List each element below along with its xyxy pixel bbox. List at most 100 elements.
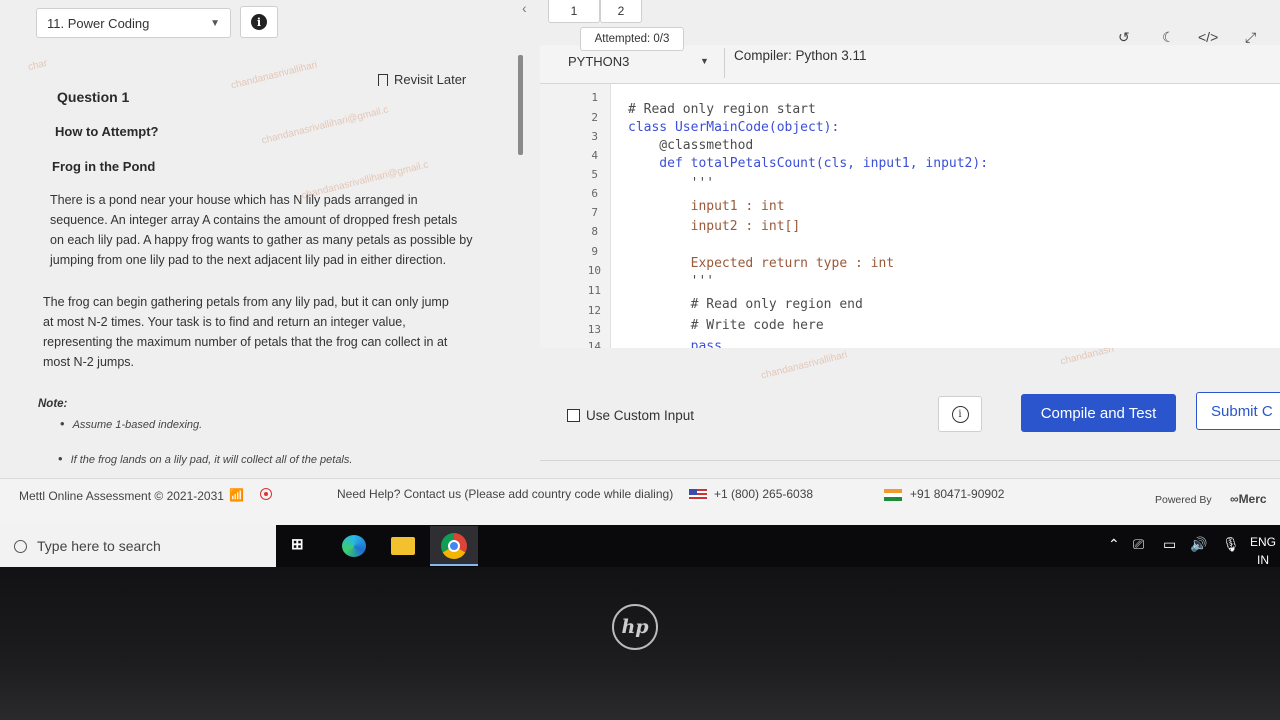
- paragraph-line: There is a pond near your house which ha…: [50, 193, 418, 207]
- volume-icon[interactable]: 🔊: [1190, 536, 1207, 553]
- note-label: Note:: [38, 398, 68, 410]
- paragraph-line: representing the maximum number of petal…: [43, 335, 448, 349]
- line-number: 8: [591, 225, 598, 238]
- network-icon[interactable]: ⎚: [1133, 536, 1144, 553]
- line-number: 12: [587, 304, 601, 317]
- question-nav-1[interactable]: 1: [548, 0, 600, 23]
- note-item: Assume 1-based indexing.: [60, 416, 203, 431]
- line-number: 4: [591, 149, 598, 162]
- screen: char chandanasrivallihari chandanasrival…: [0, 0, 1280, 525]
- paragraph-line: at most N-2 times. Your task is to find …: [43, 315, 406, 329]
- microphone-icon[interactable]: 🎙: [1222, 536, 1240, 553]
- chrome-icon[interactable]: [441, 533, 467, 559]
- watermark: chandanasrivallihari: [759, 349, 849, 382]
- code-line: input1 : int: [628, 199, 785, 214]
- line-number: 14: [587, 340, 601, 348]
- question-title: Frog in the Pond: [52, 159, 156, 174]
- toolbar-divider: [724, 48, 725, 78]
- file-explorer-icon[interactable]: [391, 537, 415, 555]
- copyright-text: Mettl Online Assessment © 2021-2031: [19, 489, 224, 503]
- question-nav-label: 1: [570, 4, 578, 18]
- section-dropdown-value: 11. Power Coding: [47, 15, 150, 31]
- custom-input-toggle[interactable]: Use Custom Input: [567, 408, 694, 423]
- line-number: 7: [591, 206, 598, 219]
- how-to-attempt-link[interactable]: How to Attempt?: [55, 124, 159, 139]
- chevron-down-icon[interactable]: ▼: [700, 56, 709, 66]
- paragraph-line: The frog can begin gathering petals from…: [43, 295, 449, 309]
- india-flag-icon: [884, 489, 902, 501]
- recording-icon: [260, 488, 272, 500]
- compiler-label: Compiler: Python 3.11: [734, 48, 867, 63]
- paragraph-line: jumping from one lily pad to the next ad…: [50, 253, 447, 267]
- code-line: class UserMainCode(object):: [628, 120, 840, 135]
- paragraph-line: on each lily pad. A happy frog wants to …: [50, 233, 473, 247]
- custom-input-label: Use Custom Input: [586, 408, 695, 423]
- code-line: @classmethod: [628, 138, 754, 153]
- custom-input-checkbox[interactable]: [567, 409, 580, 422]
- us-flag-icon: [689, 489, 707, 501]
- revisit-later-label: Revisit Later: [394, 72, 467, 87]
- code-icon[interactable]: </>: [1198, 29, 1218, 45]
- watermark: chandanasrivallihari@gmail.c: [260, 104, 390, 147]
- question-nav-2[interactable]: 2: [600, 0, 642, 23]
- code-line: def totalPetalsCount(cls, input1, input2…: [628, 156, 989, 171]
- problem-paragraph-1: There is a pond near your house which ha…: [50, 190, 472, 270]
- watermark: char: [26, 57, 49, 74]
- input-language-indicator[interactable]: ENG IN: [1250, 533, 1276, 569]
- brand-icon: ∞: [1230, 492, 1239, 506]
- paragraph-line: most N-2 jumps.: [43, 355, 134, 369]
- taskbar-search-placeholder: Type here to search: [37, 538, 161, 554]
- line-number: 3: [591, 130, 598, 143]
- info-icon: i: [951, 405, 969, 423]
- note-item: If the frog lands on a lily pad, it will…: [58, 451, 353, 466]
- watermark: chandanasrivallihari: [229, 59, 319, 92]
- problem-paragraph-2: The frog can begin gathering petals from…: [43, 292, 449, 372]
- section-dropdown[interactable]: 11. Power Coding ▼: [36, 8, 231, 38]
- divider: [540, 460, 1280, 461]
- question-scrollbar[interactable]: [518, 55, 523, 155]
- line-number: 10: [587, 264, 601, 277]
- bookmark-icon: [378, 73, 388, 86]
- code-line: # Write code here: [628, 318, 824, 333]
- moon-icon[interactable]: ☾: [1162, 29, 1175, 46]
- line-number: 11: [587, 284, 601, 297]
- edge-icon[interactable]: [342, 535, 366, 557]
- paragraph-line: sequence. An integer array A contains th…: [50, 213, 458, 227]
- reset-icon[interactable]: ↺: [1118, 29, 1130, 46]
- battery-icon[interactable]: ▭: [1163, 536, 1176, 553]
- line-number: 13: [587, 323, 601, 336]
- editor-info-button[interactable]: i: [938, 396, 982, 432]
- taskbar-search[interactable]: Type here to search: [0, 525, 276, 567]
- line-number: 6: [591, 187, 598, 200]
- code-line: ''': [628, 274, 715, 289]
- chevron-left-icon[interactable]: ‹: [522, 0, 527, 16]
- chevron-down-icon: ▼: [210, 18, 220, 29]
- line-number: 2: [591, 111, 598, 124]
- revisit-later-button[interactable]: Revisit Later: [378, 72, 466, 87]
- lang-code: ENG: [1250, 535, 1277, 549]
- task-view-icon[interactable]: ⊞: [291, 535, 315, 557]
- line-number: 5: [591, 168, 598, 181]
- line-number: 1: [591, 91, 598, 104]
- brand-name: Merc: [1238, 492, 1267, 506]
- powered-by-label: Powered By: [1155, 494, 1212, 506]
- us-phone[interactable]: +1 (800) 265-6038: [714, 487, 813, 501]
- hp-logo: hp: [612, 604, 658, 650]
- section-info-button[interactable]: i: [240, 6, 278, 38]
- help-text: Need Help? Contact us (Please add countr…: [337, 487, 674, 501]
- info-icon: i: [251, 14, 267, 30]
- compile-and-test-button[interactable]: Compile and Test: [1021, 394, 1176, 432]
- submit-button[interactable]: Submit C: [1196, 392, 1280, 430]
- code-line: pass: [628, 339, 722, 348]
- wifi-icon: 📶: [229, 488, 244, 502]
- language-dropdown[interactable]: PYTHON3: [568, 54, 629, 69]
- expand-icon[interactable]: ⤢: [1245, 29, 1256, 46]
- code-line: # Read only region start: [628, 102, 816, 117]
- tray-chevron-up-icon[interactable]: ⌃: [1108, 536, 1120, 553]
- india-phone[interactable]: +91 80471-90902: [910, 487, 1004, 501]
- code-line: Expected return type : int: [628, 256, 895, 271]
- search-icon: [14, 539, 27, 553]
- line-number: 9: [591, 245, 598, 258]
- question-number: Question 1: [57, 89, 130, 105]
- question-nav-label: 2: [617, 4, 625, 18]
